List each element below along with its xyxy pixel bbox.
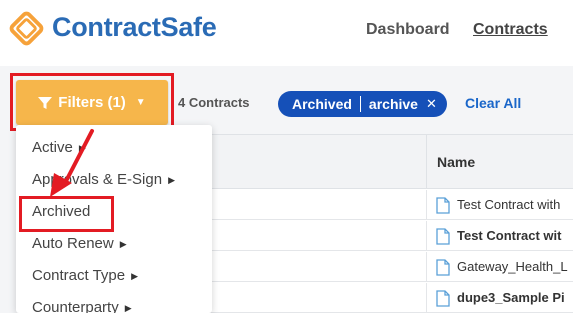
red-arrow-icon <box>50 129 94 197</box>
chevron-right-icon: ▶ <box>131 270 139 281</box>
funnel-icon <box>38 96 53 109</box>
brand-name[interactable]: ContractSafe <box>52 12 217 43</box>
column-divider <box>426 221 427 251</box>
contracts-table: Name Test Contract with Test Contract wi… <box>200 134 573 313</box>
filter-menu-item-counterparty[interactable]: Counterparty ▶ <box>32 299 132 313</box>
document-icon <box>436 228 450 245</box>
column-divider <box>426 190 427 220</box>
table-header: Name <box>200 135 573 189</box>
table-row[interactable]: Gateway_Health_L <box>200 252 573 282</box>
table-row[interactable]: Test Contract with <box>200 190 573 220</box>
filter-menu-item-auto-renew[interactable]: Auto Renew ▶ <box>32 235 127 252</box>
contract-name[interactable]: Gateway_Health_L <box>457 259 568 274</box>
chevron-right-icon: ▶ <box>168 174 175 185</box>
contract-name[interactable]: Test Contract with <box>457 197 560 212</box>
archived-highlight-box <box>19 196 114 232</box>
menu-item-label: Counterparty <box>32 299 119 313</box>
chevron-right-icon: ▶ <box>119 238 127 249</box>
menu-item-label: Contract Type <box>32 267 126 284</box>
filters-button[interactable]: Filters (1) ▼ <box>16 80 168 125</box>
column-divider <box>426 135 427 189</box>
column-header-name[interactable]: Name <box>437 154 475 170</box>
document-icon <box>436 197 450 214</box>
chip-field: Archived <box>292 96 352 112</box>
document-icon <box>436 290 450 307</box>
nav-dashboard-link[interactable]: Dashboard <box>366 21 450 39</box>
contractsafe-logo-icon[interactable] <box>9 11 44 46</box>
app-header: ContractSafe Dashboard Contracts <box>0 0 573 66</box>
column-divider <box>426 252 427 282</box>
close-icon[interactable]: ✕ <box>426 96 437 112</box>
clear-all-link[interactable]: Clear All <box>465 95 521 111</box>
active-filter-chip[interactable]: Archived archive ✕ <box>278 91 447 117</box>
contract-name[interactable]: dupe3_Sample Pi <box>457 290 565 305</box>
contract-count: 4 Contracts <box>178 95 250 110</box>
document-icon <box>436 259 450 276</box>
table-row[interactable]: dupe3_Sample Pi <box>200 283 573 313</box>
filter-menu-item-contract-type[interactable]: Contract Type ▶ <box>32 267 138 284</box>
table-row[interactable]: Test Contract wit <box>200 221 573 251</box>
contract-name[interactable]: Test Contract wit <box>457 228 562 243</box>
chip-separator <box>359 96 361 112</box>
caret-down-icon: ▼ <box>135 97 146 108</box>
column-divider <box>426 283 427 313</box>
chevron-right-icon: ▶ <box>124 302 132 313</box>
nav-contracts-link[interactable]: Contracts <box>473 21 548 39</box>
menu-item-label: Auto Renew <box>32 235 114 252</box>
filters-label: Filters (1) <box>58 94 126 111</box>
chip-value: archive <box>368 96 418 112</box>
